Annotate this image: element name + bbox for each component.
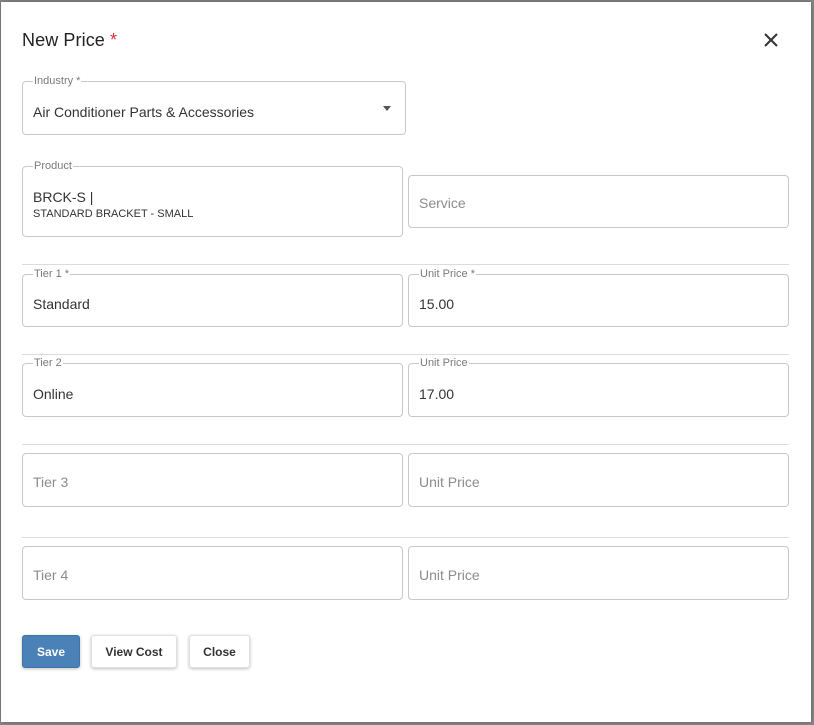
tier4-input[interactable]: Tier 4 — [22, 546, 403, 600]
divider — [22, 264, 789, 265]
tier2-unit-price-input[interactable]: Unit Price 17.00 — [408, 357, 789, 417]
industry-value: Air Conditioner Parts & Accessories — [33, 104, 254, 120]
required-marker: * — [110, 30, 118, 50]
service-input[interactable]: Service — [408, 175, 789, 228]
tier2-unit-price-label: Unit Price — [419, 357, 469, 370]
close-icon[interactable] — [761, 30, 781, 50]
tier3-placeholder: Tier 3 — [33, 474, 69, 490]
service-placeholder: Service — [419, 195, 466, 211]
tier4-unit-price-input[interactable]: Unit Price — [408, 546, 789, 600]
dialog-title-text: New Price — [22, 30, 105, 50]
tier2-label: Tier 2 — [33, 357, 63, 370]
divider — [22, 537, 789, 538]
tier2-unit-price-value: 17.00 — [419, 386, 455, 402]
dialog-title: New Price * — [22, 30, 117, 51]
product-label: Product — [33, 160, 73, 173]
new-price-dialog: New Price * Industry * Air Conditioner P… — [1, 2, 811, 722]
tier1-input[interactable]: Tier 1 * Standard — [22, 268, 403, 327]
tier2-input[interactable]: Tier 2 Online — [22, 357, 403, 417]
industry-select[interactable]: Industry * Air Conditioner Parts & Acces… — [22, 75, 406, 135]
tier1-unit-price-input[interactable]: Unit Price * 15.00 — [408, 268, 789, 327]
chevron-down-icon[interactable] — [383, 106, 391, 111]
tier2-value: Online — [33, 386, 74, 402]
tier3-unit-price-input[interactable]: Unit Price — [408, 453, 789, 507]
tier1-unit-price-value: 15.00 — [419, 296, 455, 312]
view-cost-button[interactable]: View Cost — [91, 635, 177, 668]
product-code: BRCK-S | — [33, 189, 94, 205]
divider — [22, 444, 789, 445]
tier4-unit-price-placeholder: Unit Price — [419, 567, 480, 583]
save-button[interactable]: Save — [22, 635, 80, 668]
industry-label: Industry * — [33, 75, 82, 88]
divider — [22, 354, 789, 355]
tier4-placeholder: Tier 4 — [33, 567, 69, 583]
tier1-value: Standard — [33, 296, 90, 312]
tier3-unit-price-placeholder: Unit Price — [419, 474, 480, 490]
product-field[interactable]: Product BRCK-S | STANDARD BRACKET - SMAL… — [22, 160, 403, 237]
tier3-input[interactable]: Tier 3 — [22, 453, 403, 507]
close-button[interactable]: Close — [189, 635, 250, 668]
tier1-unit-price-label: Unit Price * — [419, 268, 477, 281]
tier1-label: Tier 1 * — [33, 268, 71, 281]
product-description: STANDARD BRACKET - SMALL — [33, 208, 194, 220]
